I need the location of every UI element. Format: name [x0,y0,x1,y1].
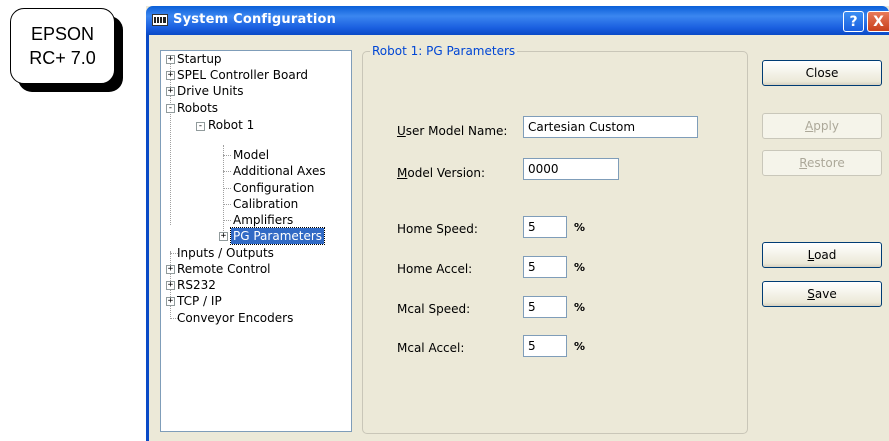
pg-parameters-group [362,51,748,434]
tree-item-calibration[interactable]: Calibration [233,196,298,212]
config-tree[interactable]: + Startup + SPEL Controller Board + Driv… [160,50,352,432]
tree-item-tcp-ip[interactable]: TCP / IP [177,293,222,309]
tree-item-robots[interactable]: Robots [177,100,218,116]
title-bar[interactable]: System Configuration ? X [146,6,889,35]
tree-line [223,155,231,156]
tree-line [170,55,171,225]
tree-item-robot-1[interactable]: Robot 1 [208,117,254,133]
tree-item-pg-parameters[interactable]: PG Parameters [229,227,326,245]
window-title: System Configuration [173,12,337,27]
tree-line [223,145,224,235]
system-configuration-window: System Configuration ? X + Startup + SPE… [146,6,889,441]
home-speed-unit: % [574,221,586,234]
badge-brand: EPSON [30,24,95,44]
home-accel-input[interactable]: 5 [523,256,567,278]
tree-item-remote-control[interactable]: Remote Control [177,261,271,277]
tree-item-configuration[interactable]: Configuration [233,180,314,196]
close-icon: X [873,14,884,30]
apply-button[interactable]: Apply [762,113,882,139]
home-accel-unit: % [574,261,586,274]
user-model-name-input[interactable]: Cartesian Custom [523,116,698,138]
group-title: Robot 1: PG Parameters [370,44,518,58]
tree-item-spel-controller-board[interactable]: SPEL Controller Board [177,67,308,83]
window-close-button[interactable]: X [867,11,889,32]
tree-item-conveyor-encoders[interactable]: Conveyor Encoders [177,310,293,326]
expand-icon[interactable]: + [166,71,175,80]
mcal-speed-label: Mcal Speed: [397,302,471,316]
expand-icon[interactable]: + [166,87,175,96]
mcal-accel-input[interactable]: 5 [523,335,567,357]
tree-item-rs232[interactable]: RS232 [177,277,216,293]
expand-icon[interactable]: + [166,281,175,290]
badge-face: EPSON RC+ 7.0 [10,8,115,84]
mcal-speed-unit: % [574,301,586,314]
help-button[interactable]: ? [843,11,864,32]
tree-line [223,220,231,221]
tree-item-drive-units[interactable]: Drive Units [177,83,244,99]
tree-line [223,204,231,205]
product-badge: EPSON RC+ 7.0 [10,8,124,93]
window-frame [146,35,149,441]
mcal-accel-label: Mcal Accel: [397,341,465,355]
close-button[interactable]: Close [762,60,882,86]
expand-icon[interactable]: + [166,265,175,274]
badge-version: RC+ 7.0 [29,48,96,68]
user-model-name-label: User Model Name: [397,124,508,138]
expand-icon[interactable]: + [166,55,175,64]
home-speed-input[interactable]: 5 [523,216,567,238]
collapse-icon[interactable]: - [196,122,205,131]
mcal-accel-unit: % [574,340,586,353]
expand-icon[interactable]: + [166,297,175,306]
collapse-icon[interactable]: - [166,104,175,113]
tree-item-amplifiers[interactable]: Amplifiers [233,212,293,228]
tree-line [223,188,231,189]
tree-item-inputs-outputs[interactable]: Inputs / Outputs [177,245,274,261]
tree-item-model[interactable]: Model [233,147,269,163]
tree-item-additional-axes[interactable]: Additional Axes [233,163,326,179]
tree-item-startup[interactable]: Startup [177,51,222,67]
model-version-label: Model Version: [397,166,486,180]
tree-line [223,171,231,172]
home-speed-label: Home Speed: [397,222,478,236]
restore-button[interactable]: Restore [762,150,882,176]
app-window-icon [152,14,168,26]
load-button[interactable]: Load [762,242,882,268]
model-version-input[interactable]: 0000 [523,158,619,180]
home-accel-label: Home Accel: [397,262,473,276]
help-icon: ? [849,14,858,30]
expand-icon[interactable]: + [219,232,228,241]
save-button[interactable]: Save [762,281,882,307]
mcal-speed-input[interactable]: 5 [523,296,567,318]
